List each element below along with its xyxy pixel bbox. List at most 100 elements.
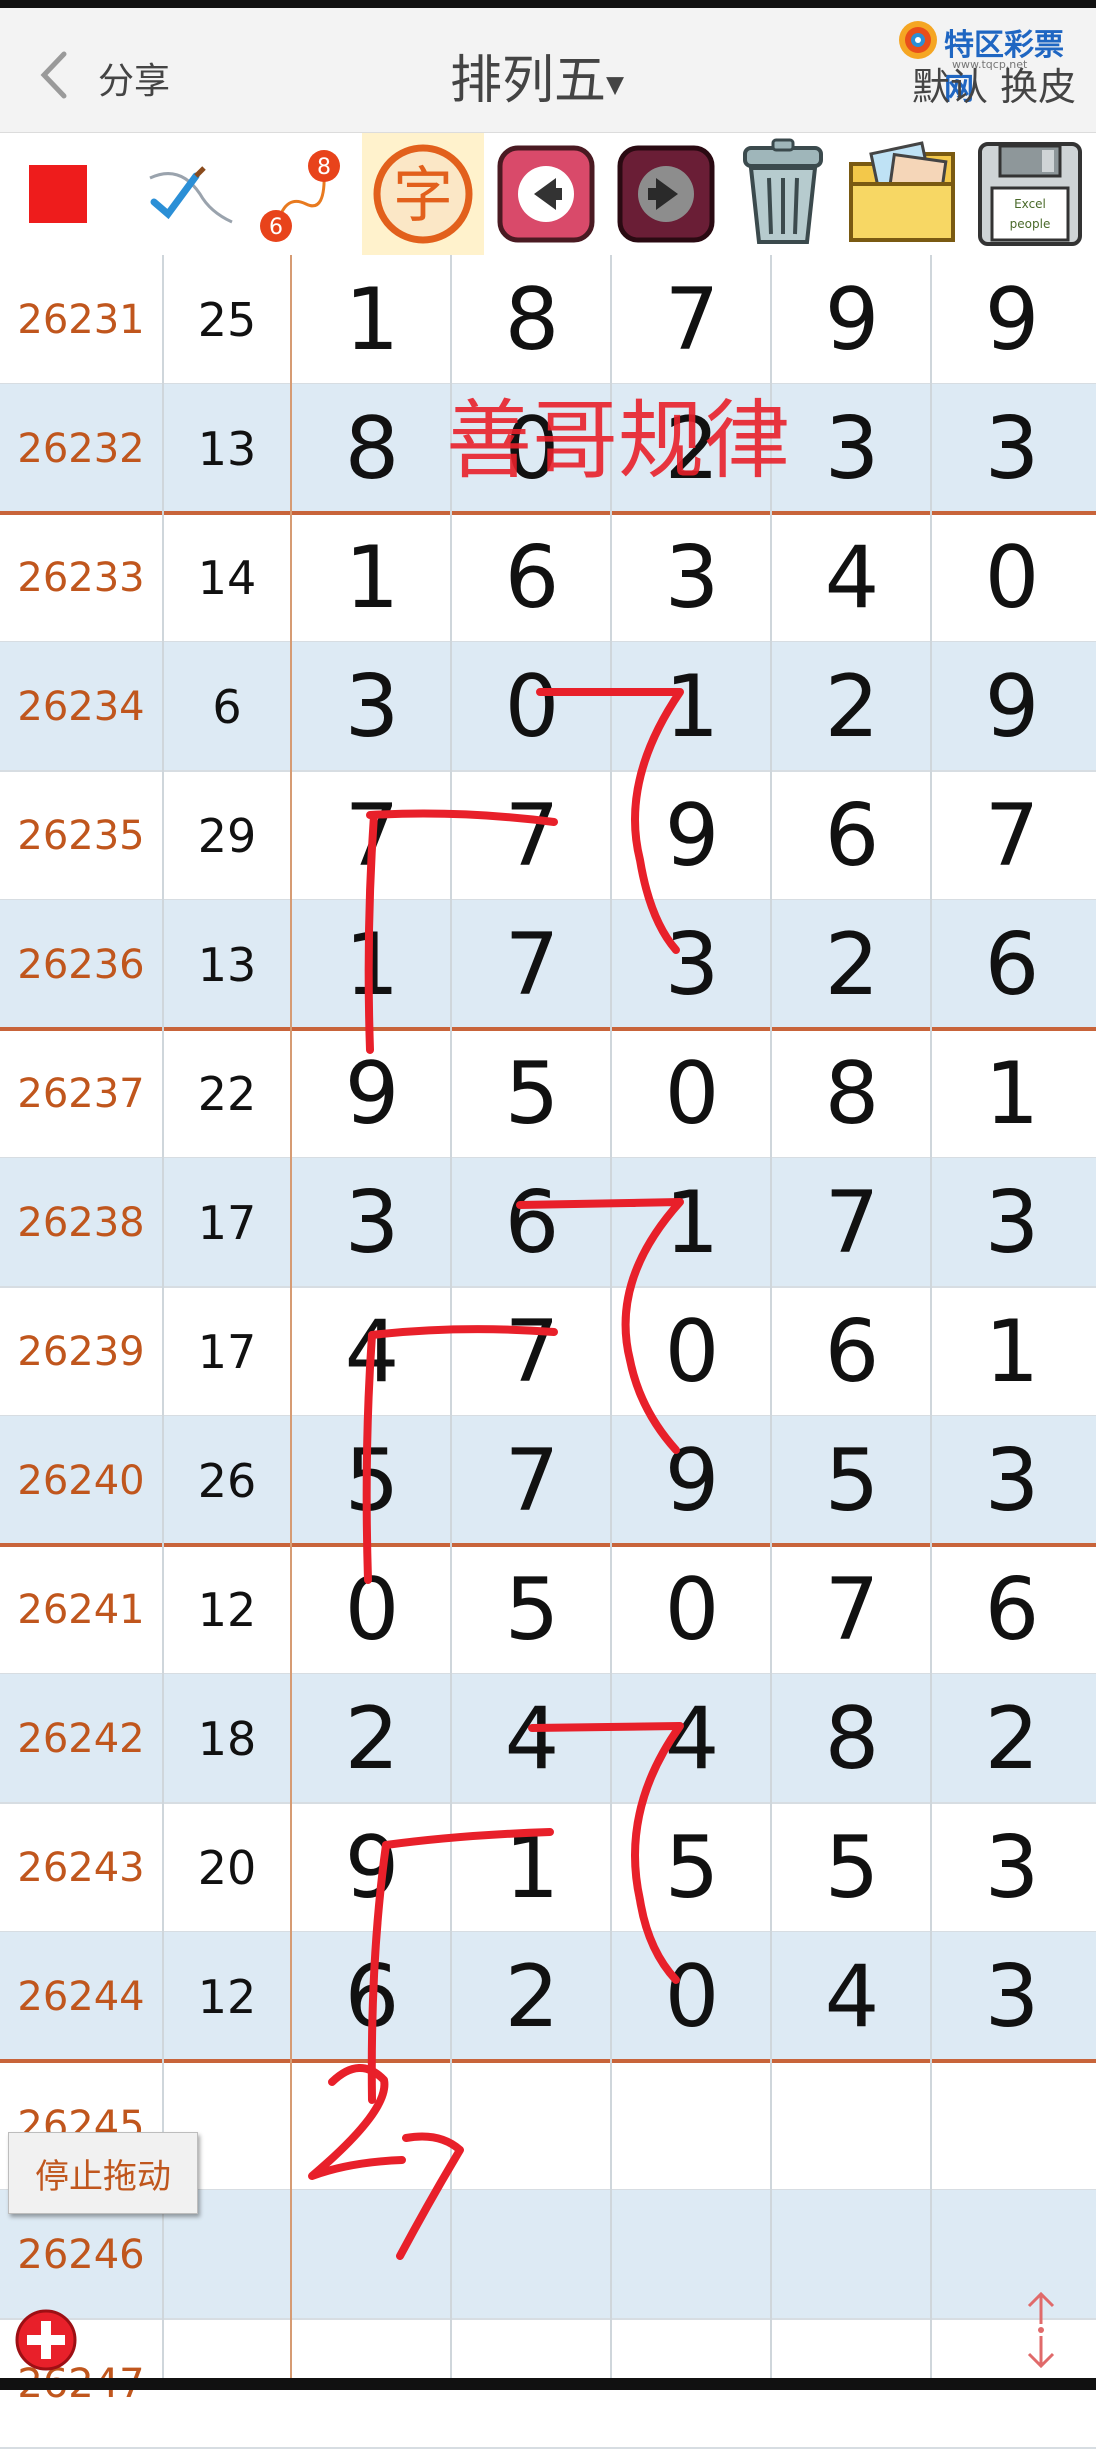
draw-digit-pos-1[interactable]: 4 xyxy=(292,1287,452,1416)
draw-digit-pos-1[interactable]: 8 xyxy=(292,384,452,513)
draw-digit-pos-4[interactable]: 6 xyxy=(772,771,932,900)
draw-digit-pos-1[interactable]: 5 xyxy=(292,1416,452,1545)
draw-digit-pos-1[interactable]: 3 xyxy=(292,1158,452,1287)
gallery-button[interactable] xyxy=(844,133,964,255)
draw-digit-pos-3[interactable]: 0 xyxy=(612,1932,772,2061)
draw-digit-pos-3[interactable]: 3 xyxy=(612,513,772,642)
draw-digit-pos-2[interactable]: 7 xyxy=(452,1416,612,1545)
draw-digit-pos-5[interactable] xyxy=(932,2061,1092,2190)
draw-digit-pos-4[interactable]: 2 xyxy=(772,642,932,771)
draw-digit-pos-1[interactable]: 2 xyxy=(292,1674,452,1803)
draw-digit-pos-3[interactable]: 4 xyxy=(612,1674,772,1803)
draw-digit-pos-3[interactable]: 2 xyxy=(612,384,772,513)
draw-digit-pos-2[interactable]: 4 xyxy=(452,1674,612,1803)
draw-digit-pos-5[interactable]: 9 xyxy=(932,642,1092,771)
draw-digit-pos-3[interactable]: 0 xyxy=(612,1029,772,1158)
color-picker-button[interactable] xyxy=(18,133,98,255)
draw-digit-pos-3[interactable]: 1 xyxy=(612,1158,772,1287)
draw-digit-pos-5[interactable]: 2 xyxy=(932,1674,1092,1803)
floppy-save-icon: Excel people xyxy=(978,142,1082,246)
stop-drag-button[interactable]: 停止拖动 xyxy=(8,2132,198,2214)
draw-digit-pos-4[interactable]: 4 xyxy=(772,513,932,642)
draw-digit-pos-2[interactable]: 0 xyxy=(452,642,612,771)
draw-digit-pos-4[interactable] xyxy=(772,2190,932,2319)
draw-digit-pos-2[interactable]: 7 xyxy=(452,771,612,900)
draw-digit-pos-4[interactable]: 3 xyxy=(772,384,932,513)
draw-digit-pos-2[interactable]: 5 xyxy=(452,1029,612,1158)
draw-digit-pos-3[interactable]: 7 xyxy=(612,255,772,384)
draw-history-table[interactable]: 26231 25 1 8 7 9 9 26232 13 8 0 2 3 3 26233 14 1 6 3 4 0 2623… xyxy=(0,255,1096,2449)
draw-digit-pos-1[interactable] xyxy=(292,2061,452,2190)
scroll-arrows-icon[interactable] xyxy=(1016,2290,1066,2370)
draw-digit-pos-5[interactable]: 3 xyxy=(932,384,1092,513)
pen-tool-button[interactable] xyxy=(140,133,240,255)
draw-digit-pos-3[interactable]: 0 xyxy=(612,1545,772,1674)
draw-digit-pos-2[interactable]: 6 xyxy=(452,1158,612,1287)
text-tool-button[interactable]: 字 xyxy=(362,133,484,255)
undo-button[interactable] xyxy=(492,133,600,255)
draw-digit-pos-1[interactable]: 3 xyxy=(292,642,452,771)
draw-digit-pos-2[interactable]: 7 xyxy=(452,900,612,1029)
draw-digit-pos-4[interactable]: 6 xyxy=(772,1287,932,1416)
draw-digit-pos-5[interactable]: 3 xyxy=(932,1158,1092,1287)
game-selector[interactable]: 排列五▾ xyxy=(450,38,624,113)
draw-digit-pos-1[interactable]: 1 xyxy=(292,900,452,1029)
draw-digit-pos-3[interactable] xyxy=(612,2190,772,2319)
draw-digit-pos-4[interactable]: 7 xyxy=(772,1545,932,1674)
draw-digit-pos-1[interactable]: 9 xyxy=(292,1803,452,1932)
route-tool-button[interactable]: 8 6 xyxy=(256,133,346,255)
draw-digit-pos-1[interactable]: 0 xyxy=(292,1545,452,1674)
draw-digit-pos-1[interactable]: 9 xyxy=(292,1029,452,1158)
trash-icon xyxy=(743,138,823,244)
draw-digit-pos-2[interactable]: 2 xyxy=(452,1932,612,2061)
draw-digit-pos-5[interactable]: 3 xyxy=(932,1416,1092,1545)
draw-digit-pos-5[interactable]: 0 xyxy=(932,513,1092,642)
redo-button[interactable] xyxy=(610,133,722,255)
draw-digit-pos-1[interactable] xyxy=(292,2190,452,2319)
add-plus-icon[interactable] xyxy=(14,2308,78,2372)
draw-digit-pos-4[interactable]: 4 xyxy=(772,1932,932,2061)
draw-digit-pos-4[interactable]: 5 xyxy=(772,1416,932,1545)
back-chevron-icon[interactable] xyxy=(30,48,80,102)
draw-digit-pos-3[interactable]: 0 xyxy=(612,1287,772,1416)
draw-digit-pos-3[interactable]: 9 xyxy=(612,771,772,900)
draw-digit-pos-2[interactable]: 1 xyxy=(452,1803,612,1932)
draw-digit-pos-1[interactable]: 7 xyxy=(292,771,452,900)
draw-digit-pos-2[interactable]: 8 xyxy=(452,255,612,384)
draw-digit-pos-4[interactable] xyxy=(772,2061,932,2190)
draw-digit-pos-4[interactable]: 9 xyxy=(772,255,932,384)
draw-digit-pos-3[interactable]: 5 xyxy=(612,1803,772,1932)
draw-digit-pos-5[interactable]: 1 xyxy=(932,1029,1092,1158)
draw-digit-pos-4[interactable]: 2 xyxy=(772,900,932,1029)
draw-digit-pos-3[interactable] xyxy=(612,2061,772,2190)
draw-digit-pos-4[interactable]: 5 xyxy=(772,1803,932,1932)
draw-digit-pos-5[interactable]: 9 xyxy=(932,255,1092,384)
clear-button[interactable] xyxy=(728,133,838,255)
draw-digit-pos-3[interactable]: 3 xyxy=(612,900,772,1029)
draw-digit-pos-5[interactable]: 7 xyxy=(932,771,1092,900)
draw-digit-pos-5[interactable]: 3 xyxy=(932,1932,1092,2061)
draw-digit-pos-2[interactable]: 0 xyxy=(452,384,612,513)
draw-digit-pos-5[interactable] xyxy=(932,2190,1092,2319)
pen-check-icon xyxy=(149,166,233,224)
draw-digit-pos-2[interactable]: 5 xyxy=(452,1545,612,1674)
draw-digit-pos-4[interactable]: 8 xyxy=(772,1029,932,1158)
draw-digit-pos-2[interactable] xyxy=(452,2061,612,2190)
draw-digit-pos-1[interactable]: 1 xyxy=(292,255,452,384)
draw-digit-pos-4[interactable]: 7 xyxy=(772,1158,932,1287)
draw-digit-pos-5[interactable]: 1 xyxy=(932,1287,1092,1416)
draw-digit-pos-3[interactable]: 9 xyxy=(612,1416,772,1545)
draw-digit-pos-5[interactable]: 6 xyxy=(932,900,1092,1029)
skin-switch-button[interactable]: 默认 换皮 xyxy=(912,56,1076,111)
draw-digit-pos-1[interactable]: 6 xyxy=(292,1932,452,2061)
draw-digit-pos-2[interactable]: 6 xyxy=(452,513,612,642)
draw-digit-pos-5[interactable]: 6 xyxy=(932,1545,1092,1674)
draw-digit-pos-3[interactable]: 1 xyxy=(612,642,772,771)
draw-digit-pos-5[interactable]: 3 xyxy=(932,1803,1092,1932)
save-button[interactable]: Excel people xyxy=(970,133,1090,255)
share-button[interactable]: 分享 xyxy=(98,52,170,104)
draw-digit-pos-2[interactable] xyxy=(452,2190,612,2319)
draw-digit-pos-4[interactable]: 8 xyxy=(772,1674,932,1803)
draw-digit-pos-1[interactable]: 1 xyxy=(292,513,452,642)
draw-digit-pos-2[interactable]: 7 xyxy=(452,1287,612,1416)
